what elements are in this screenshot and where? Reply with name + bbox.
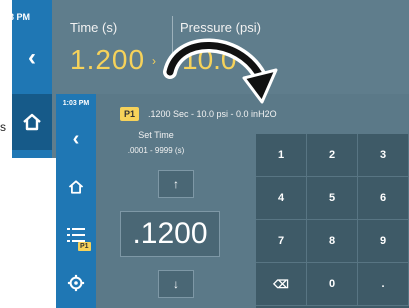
bg-time-value: 1.200 [70, 44, 146, 75]
header: P1 .1200 Sec - 10.0 psi - 0.0 inH2O [96, 94, 409, 134]
sidebar: 1:03 PM ‹ P1 [56, 94, 96, 308]
key-7[interactable]: 7 [256, 220, 307, 263]
bg-back-icon: ‹ [28, 44, 36, 71]
set-time-title: Set Time [138, 130, 174, 140]
key-2[interactable]: 2 [307, 134, 358, 177]
bg-sidebar: 03 PM ‹ [4, 0, 52, 158]
home-icon [68, 180, 84, 194]
bg-divider [172, 16, 173, 72]
bg-home-icon [12, 94, 52, 150]
settings-button[interactable] [56, 274, 96, 292]
list-icon [67, 228, 85, 242]
back-button[interactable]: ‹ [56, 128, 96, 151]
home-button[interactable] [56, 178, 96, 196]
key-3[interactable]: 3 [358, 134, 409, 177]
key-0[interactable]: 0 [307, 263, 358, 306]
bg-clock: 03 PM [4, 12, 31, 22]
key-1[interactable]: 1 [256, 134, 307, 177]
nav-program-badge: P1 [78, 242, 91, 251]
bg-chevron-icon: › [152, 54, 156, 68]
numeric-keypad: 1 2 3 4 5 6 7 8 9 ⌫ 0 . [256, 134, 409, 308]
key-6[interactable]: 6 [358, 177, 409, 220]
key-9[interactable]: 9 [358, 220, 409, 263]
key-5[interactable]: 5 [307, 177, 358, 220]
value-range: .0001 - 9999 (s) [127, 146, 185, 155]
clock: 1:03 PM [62, 100, 90, 107]
gear-icon [67, 274, 85, 292]
key-decimal[interactable]: . [358, 263, 409, 306]
increment-button[interactable]: ↑ [158, 170, 194, 198]
program-badge: P1 [120, 107, 140, 121]
program-list-button[interactable] [56, 228, 96, 242]
decrement-button[interactable]: ↓ [158, 270, 194, 298]
time-value-field[interactable]: .1200 [120, 211, 220, 257]
program-summary: .1200 Sec - 10.0 psi - 0.0 inH2O [148, 109, 277, 119]
bg-pressure-value: 10.0 [182, 44, 237, 75]
bg-pressure-label: Pressure (psi) [180, 20, 261, 35]
outside-fragment-text: s [0, 120, 6, 134]
backspace-key[interactable]: ⌫ [256, 263, 307, 306]
set-time-screen: 1:03 PM ‹ P1 P1 .1200 Sec - 10.0 psi - 0… [56, 94, 409, 308]
bg-time-label: Time (s) [70, 20, 118, 35]
key-4[interactable]: 4 [256, 177, 307, 220]
key-8[interactable]: 8 [307, 220, 358, 263]
